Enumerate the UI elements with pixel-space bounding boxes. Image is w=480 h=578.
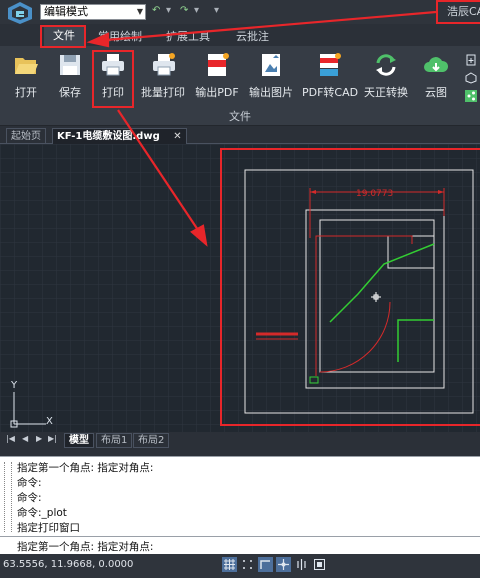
export-image-button[interactable]: 输出图片 (246, 50, 296, 106)
tab-layout-2[interactable]: 布局2 (133, 433, 170, 448)
cloud-label: 云图 (425, 86, 447, 99)
tab-cloud-annotate[interactable]: 云批注 (236, 28, 269, 44)
pdf-to-cad-label: PDF转CAD (302, 86, 359, 99)
undo-dropdown-icon[interactable]: ▾ (166, 5, 171, 16)
drawing-file-name: KF-1电缆敷设图.dwg (57, 131, 160, 142)
tab-drawing-file[interactable]: KF-1电缆敷设图.dwg ✕ (52, 128, 187, 144)
pdf-export-icon (208, 53, 229, 76)
export-pdf-button[interactable]: 输出PDF (194, 50, 240, 106)
highlight-brand (436, 0, 480, 24)
cursor-coordinates: 63.5556, 11.9668, 0.0000 (3, 559, 134, 570)
title-bar: 编辑模式 ▼ ↶ ▾ ↷ ▾ ▾ 浩辰CAD (0, 0, 480, 24)
ribbon-panel: 打开 保存 打印 批量打印 输出PDF 输出图片 PDF转CAD 天正转换 云图… (0, 46, 480, 126)
open-button[interactable]: 打开 (4, 50, 48, 106)
grid-toggle-icon[interactable] (222, 557, 237, 572)
customize-quick-access-icon[interactable]: ▾ (214, 5, 219, 16)
cloud-button[interactable]: 云图 (418, 50, 454, 106)
polar-toggle-icon[interactable] (276, 557, 291, 572)
status-bar: 63.5556, 11.9668, 0.0000 (0, 554, 480, 578)
tianzheng-convert-button[interactable]: 天正转换 (360, 50, 412, 106)
first-layout-icon[interactable]: |◀ (6, 434, 15, 443)
command-window-grip[interactable] (4, 462, 12, 532)
batch-print-icon (153, 53, 175, 76)
pdf-to-cad-button[interactable]: PDF转CAD (302, 50, 359, 106)
document-tab-bar: 起始页 KF-1电缆敷设图.dwg ✕ (0, 126, 480, 144)
highlight-file-tab (40, 25, 86, 48)
image-export-icon (262, 54, 280, 76)
command-input-text: 指定第一个角点: 指定对角点: (17, 541, 154, 553)
mode-select[interactable]: 编辑模式 ▼ (40, 4, 146, 20)
layout-tab-bar: |◀ ◀ ▶ ▶| 模型 布局1 布局2 (0, 432, 480, 448)
batch-print-button[interactable]: 批量打印 (138, 50, 188, 106)
cloud-icon (424, 57, 449, 72)
save-icon (60, 55, 80, 75)
fullscreen-icon[interactable] (312, 557, 327, 572)
pdf-to-cad-icon (320, 53, 341, 76)
tab-common-draw[interactable]: 常用绘制 (98, 28, 142, 44)
package-icon[interactable] (465, 72, 477, 84)
app-logo-icon (8, 2, 32, 24)
tab-layout-1[interactable]: 布局1 (96, 433, 133, 448)
close-tab-icon[interactable]: ✕ (173, 131, 181, 142)
tab-extend-tools[interactable]: 扩展工具 (166, 28, 210, 44)
export-image-label: 输出图片 (249, 86, 293, 99)
axis-y-label: Y (10, 380, 18, 391)
folder-open-icon (15, 58, 38, 74)
axis-x-label: X (46, 416, 53, 427)
command-line: 命令:_plot (17, 507, 67, 519)
command-line: 命令: (17, 477, 42, 489)
convert-icon (376, 54, 396, 76)
tianzheng-convert-label: 天正转换 (364, 86, 408, 99)
command-line: 命令: (17, 492, 42, 504)
save-label: 保存 (59, 86, 81, 99)
next-layout-icon[interactable]: ▶ (36, 434, 42, 443)
undo-icon[interactable]: ↶ (152, 5, 160, 16)
ribbon-group-label: 文件 (229, 110, 251, 123)
redo-dropdown-icon[interactable]: ▾ (194, 5, 199, 16)
command-input[interactable]: 指定第一个角点: 指定对角点: (0, 536, 480, 554)
new-file-icon[interactable] (465, 54, 477, 66)
tab-model[interactable]: 模型 (64, 433, 94, 448)
redo-icon[interactable]: ↷ (180, 5, 188, 16)
command-line: 指定第一个角点: 指定对角点: (17, 462, 154, 474)
last-layout-icon[interactable]: ▶| (48, 434, 57, 443)
save-button[interactable]: 保存 (50, 50, 90, 106)
snap-toggle-icon[interactable] (240, 557, 255, 572)
export-pdf-label: 输出PDF (195, 86, 239, 99)
share-icon[interactable] (465, 90, 477, 102)
command-line: 指定打印窗口 (17, 522, 80, 534)
highlight-print-button (92, 50, 134, 108)
open-label: 打开 (15, 86, 37, 99)
highlight-print-area (220, 148, 480, 426)
object-snap-icon[interactable] (294, 557, 309, 572)
tab-start-page[interactable]: 起始页 (6, 128, 46, 144)
ortho-toggle-icon[interactable] (258, 557, 273, 572)
prev-layout-icon[interactable]: ◀ (22, 434, 28, 443)
batch-print-label: 批量打印 (141, 86, 185, 99)
mode-select-value: 编辑模式 (44, 5, 88, 18)
command-history: 指定第一个角点: 指定对角点: 命令: 命令: 命令:_plot 指定打印窗口 (0, 456, 480, 536)
chevron-down-icon: ▼ (136, 7, 143, 16)
